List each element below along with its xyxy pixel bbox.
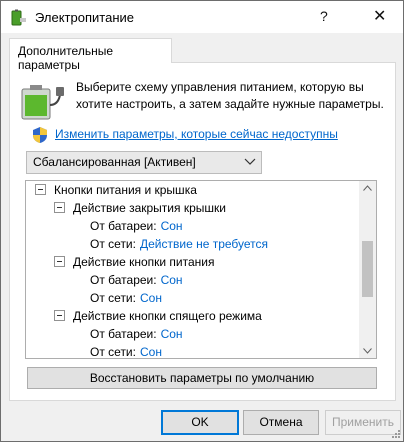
- uac-shield-icon: [33, 127, 47, 143]
- scroll-up-icon[interactable]: [363, 185, 372, 191]
- tree-node-power-button[interactable]: Действие кнопки питания: [54, 253, 215, 271]
- power-plugged-value[interactable]: Сон: [140, 291, 162, 305]
- tree-item-sleep-plugged: От сети: Сон: [90, 345, 162, 359]
- lid-plugged-value[interactable]: Действие не требуется: [140, 237, 268, 251]
- settings-tree[interactable]: Кнопки питания и крышка Действие закрыти…: [25, 180, 377, 359]
- tree-node-lid-close[interactable]: Действие закрытия крышки: [54, 199, 226, 217]
- scroll-down-icon[interactable]: [363, 348, 372, 354]
- power-plan-select[interactable]: Сбалансированная [Активен]: [26, 151, 262, 174]
- scrollbar-thumb[interactable]: [362, 241, 373, 297]
- change-unavailable-settings-link[interactable]: Изменить параметры, которые сейчас недос…: [55, 127, 338, 141]
- tree-item-lid-plugged: От сети: Действие не требуется: [90, 237, 269, 251]
- close-button[interactable]: ✕: [373, 6, 386, 26]
- ok-button[interactable]: OK: [161, 410, 239, 435]
- tab-advanced-settings[interactable]: Дополнительные параметры: [9, 38, 172, 72]
- power-options-dialog: Электропитание ? ✕ Дополнительные параме…: [0, 0, 404, 442]
- tab-label: Дополнительные параметры: [18, 44, 113, 72]
- collapse-icon[interactable]: [35, 184, 46, 196]
- vertical-scrollbar[interactable]: [359, 181, 376, 358]
- chevron-down-icon: [244, 158, 256, 165]
- apply-button[interactable]: Применить: [325, 410, 401, 435]
- collapse-icon[interactable]: [54, 202, 65, 214]
- cancel-button[interactable]: Отмена: [243, 410, 319, 435]
- title-bar: Электропитание ? ✕: [1, 1, 403, 33]
- tree-node-power-buttons[interactable]: Кнопки питания и крышка: [35, 181, 197, 199]
- tree-item-lid-battery: От батареи: Сон: [90, 219, 183, 233]
- tree-item-sleep-battery: От батареи: Сон: [90, 327, 183, 341]
- lid-battery-value[interactable]: Сон: [161, 219, 183, 233]
- sleep-plugged-value[interactable]: Сон: [140, 345, 162, 358]
- power-battery-value[interactable]: Сон: [161, 273, 183, 287]
- help-button[interactable]: ?: [320, 8, 328, 24]
- tree-item-power-plugged: От сети: Сон: [90, 291, 162, 305]
- restore-defaults-button[interactable]: Восстановить параметры по умолчанию: [27, 367, 377, 389]
- description-text: Выберите схему управления питанием, кото…: [76, 80, 384, 111]
- battery-icon: [21, 85, 64, 120]
- tree-node-sleep-button[interactable]: Действие кнопки спящего режима: [54, 307, 262, 325]
- collapse-icon[interactable]: [54, 310, 65, 322]
- window-title: Электропитание: [35, 10, 134, 25]
- power-plan-value: Сбалансированная [Активен]: [33, 155, 196, 169]
- power-options-icon: [11, 9, 26, 26]
- resize-grip-icon[interactable]: [391, 429, 401, 439]
- tree-item-power-battery: От батареи: Сон: [90, 273, 183, 287]
- collapse-icon[interactable]: [54, 256, 65, 268]
- sleep-battery-value[interactable]: Сон: [161, 327, 183, 341]
